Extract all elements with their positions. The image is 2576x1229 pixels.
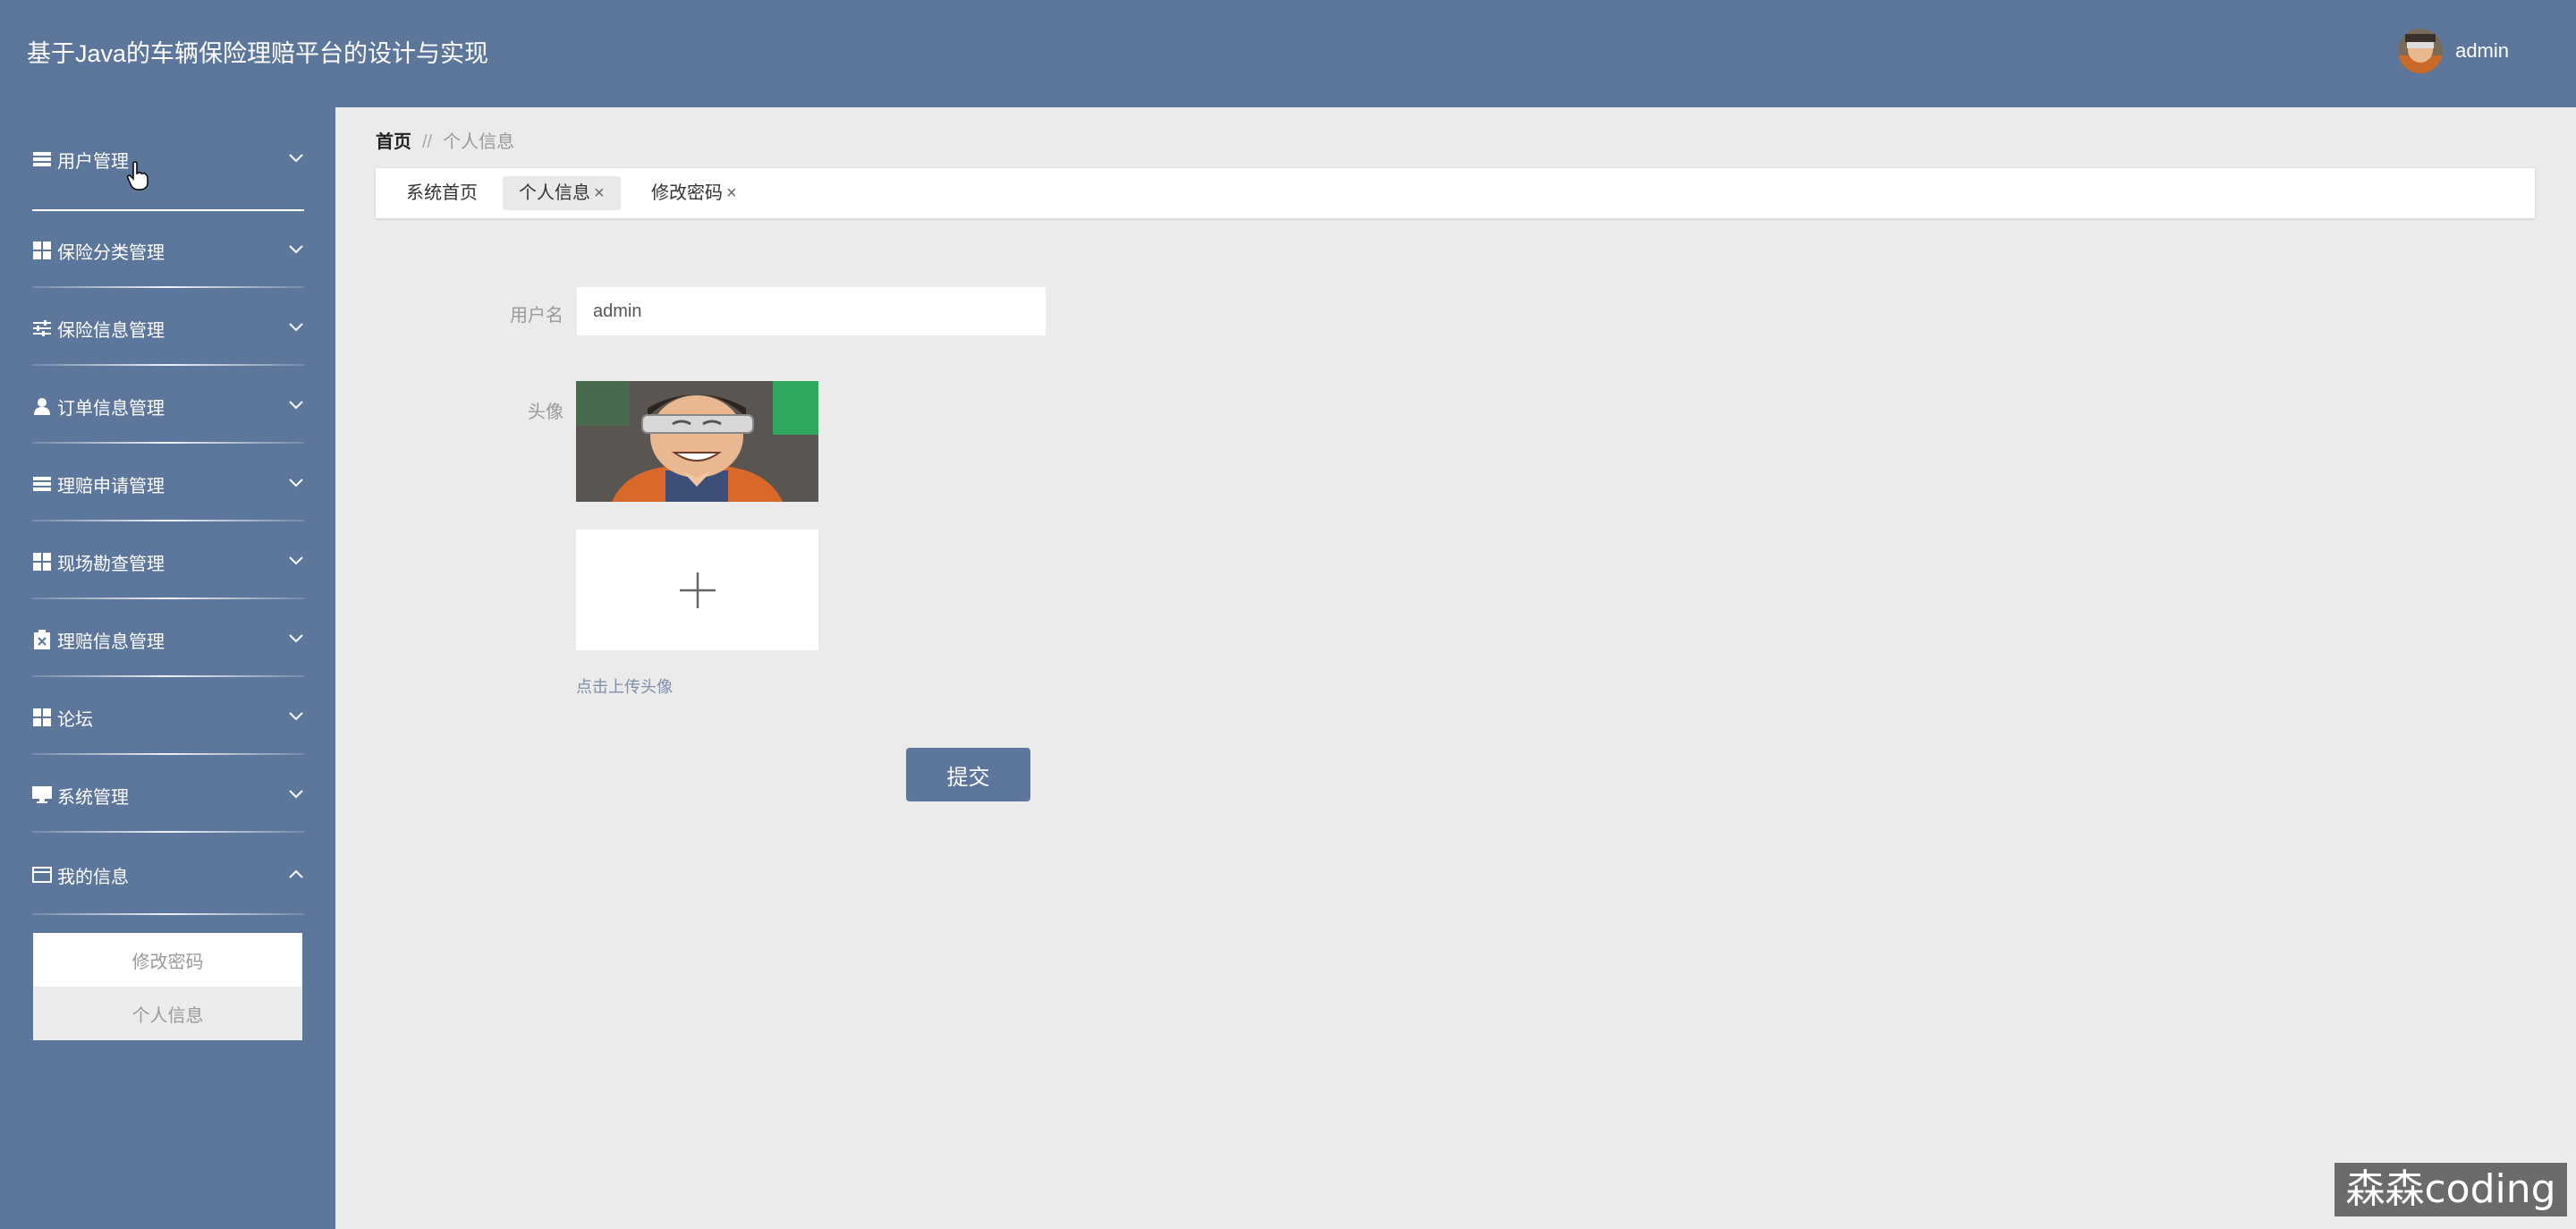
plus-icon — [680, 572, 716, 608]
tab-label: 修改密码 — [651, 183, 723, 203]
sidebar-item-label: 理赔信息管理 — [57, 631, 165, 652]
tab-change-password[interactable]: 修改密码 × — [635, 176, 753, 210]
menu-divider — [32, 442, 304, 444]
menu-divider — [32, 286, 304, 288]
sidebar-item-order-info[interactable]: 订单信息管理 — [32, 381, 304, 431]
sidebar-item-site-survey[interactable]: 现场勘查管理 — [32, 537, 304, 587]
grid-icon — [32, 708, 52, 727]
user-icon — [32, 396, 52, 416]
my-info-submenu: 修改密码 个人信息 — [33, 933, 302, 1040]
submit-button[interactable]: 提交 — [906, 748, 1030, 801]
monitor-icon — [32, 785, 52, 805]
tab-label: 个人信息 — [519, 183, 590, 203]
menu-divider — [32, 831, 304, 833]
close-icon[interactable]: × — [726, 183, 737, 203]
menu-divider — [32, 913, 304, 915]
username-label: 用户名 — [510, 306, 564, 326]
chevron-down-icon — [288, 551, 304, 572]
avatar[interactable] — [2398, 29, 2444, 73]
sidebar-item-label: 系统管理 — [57, 787, 129, 808]
sidebar-item-claim-application[interactable]: 理赔申请管理 — [32, 459, 304, 509]
watermark: 森森coding — [2334, 1163, 2567, 1216]
sidebar-item-label: 订单信息管理 — [57, 398, 165, 419]
close-icon[interactable]: × — [594, 183, 605, 203]
menu-divider — [32, 364, 304, 366]
menu-divider — [32, 520, 304, 521]
username-label[interactable]: admin — [2455, 39, 2509, 63]
sidebar-item-user-management[interactable]: 用户管理 — [32, 134, 304, 184]
sidebar-item-label: 用户管理 — [57, 151, 129, 172]
avatar-label: 头像 — [528, 403, 564, 422]
sidebar-item-label: 保险分类管理 — [57, 242, 165, 263]
sidebar-item-system-management[interactable]: 系统管理 — [32, 770, 304, 820]
sidebar-item-label: 理赔申请管理 — [57, 476, 165, 496]
chevron-up-icon — [288, 864, 304, 885]
upload-tip: 点击上传头像 — [576, 678, 673, 696]
submenu-item-personal-info[interactable]: 个人信息 — [33, 987, 302, 1040]
card-icon — [32, 865, 52, 885]
avatar-preview-image — [576, 381, 818, 502]
breadcrumb-separator: // — [422, 132, 433, 152]
chevron-down-icon — [288, 707, 304, 727]
clipboard-icon — [32, 630, 52, 649]
breadcrumb: 首页 // 个人信息 — [376, 127, 514, 153]
tab-bar: 系统首页 个人信息 × 修改密码 × — [376, 168, 2535, 218]
breadcrumb-home[interactable]: 首页 — [376, 132, 411, 152]
list-icon — [32, 474, 52, 494]
chevron-down-icon — [288, 240, 304, 260]
sidebar-item-insurance-info[interactable]: 保险信息管理 — [32, 303, 304, 353]
top-header: 基于Java的车辆保险理赔平台的设计与实现 admin — [0, 0, 2576, 107]
chevron-down-icon — [288, 395, 304, 416]
sidebar-item-label: 保险信息管理 — [57, 320, 165, 341]
menu-divider — [32, 675, 304, 677]
chevron-down-icon — [288, 629, 304, 649]
sidebar-item-my-info[interactable]: 我的信息 — [32, 850, 304, 900]
sidebar: 用户管理 保险分类管理 保险信息管理 订单信息管理 理赔申请管理 现场勘查管理 … — [0, 107, 335, 1229]
chevron-down-icon — [288, 784, 304, 805]
menu-divider — [32, 753, 304, 755]
sidebar-item-label: 论坛 — [57, 709, 93, 730]
avatar-upload-box[interactable] — [576, 530, 818, 650]
sidebar-item-claim-info[interactable]: 理赔信息管理 — [32, 614, 304, 665]
tab-home[interactable]: 系统首页 — [390, 176, 494, 210]
sidebar-item-forum[interactable]: 论坛 — [32, 692, 304, 742]
tab-label: 系统首页 — [406, 183, 478, 203]
submenu-item-change-password[interactable]: 修改密码 — [33, 933, 302, 987]
username-input[interactable] — [576, 286, 1046, 336]
sliders-icon — [32, 318, 52, 338]
chevron-down-icon — [288, 318, 304, 338]
app-title: 基于Java的车辆保险理赔平台的设计与实现 — [27, 40, 489, 67]
menu-divider — [32, 598, 304, 599]
list-icon — [32, 149, 52, 169]
sidebar-item-label: 现场勘查管理 — [57, 554, 165, 574]
chevron-down-icon — [288, 148, 304, 169]
breadcrumb-current: 个人信息 — [443, 132, 515, 152]
sidebar-item-label: 我的信息 — [57, 867, 129, 887]
grid-icon — [32, 552, 52, 572]
user-menu[interactable]: admin — [2398, 29, 2509, 73]
menu-divider — [32, 209, 304, 211]
tab-personal-info[interactable]: 个人信息 × — [503, 176, 621, 210]
chevron-down-icon — [288, 473, 304, 494]
grid-icon — [32, 241, 52, 260]
hand-cursor-icon — [127, 161, 148, 196]
sidebar-item-insurance-category[interactable]: 保险分类管理 — [32, 225, 304, 275]
